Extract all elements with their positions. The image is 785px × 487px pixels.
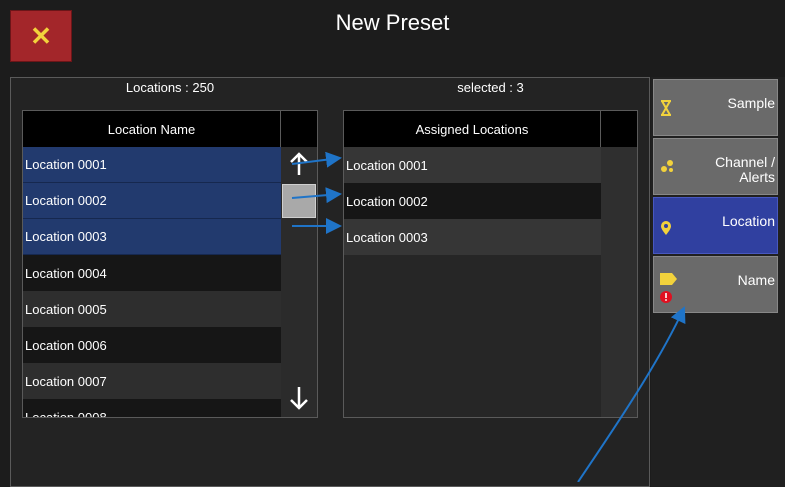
list-item[interactable]: Location 0002 <box>344 183 601 219</box>
nav-name-label: Name <box>737 272 775 288</box>
side-nav: Sample Channel / Alerts Location Name <box>651 77 785 487</box>
selected-count: selected : 3 <box>457 80 524 95</box>
assigned-list: Assigned Locations Location 0001 Locatio… <box>343 110 638 418</box>
nav-channel-alerts-label-line1: Channel / <box>715 154 775 170</box>
list-item[interactable]: Location 0004 <box>23 255 281 291</box>
list-item[interactable]: Location 0006 <box>23 327 281 363</box>
dots-icon <box>661 160 673 172</box>
list-item[interactable]: Location 0008 <box>23 399 281 417</box>
nav-sample-label: Sample <box>727 95 775 111</box>
scroll-down-button[interactable] <box>281 385 317 417</box>
location-list: Location Name Location 0001 Location 000… <box>22 110 318 418</box>
hourglass-icon <box>661 100 671 116</box>
locations-count: Locations : 250 <box>125 80 215 95</box>
scroll-header <box>281 111 317 147</box>
arrow-down-icon <box>290 387 308 410</box>
list-item[interactable]: Location 0002 <box>23 183 281 219</box>
assigned-locations-header: Assigned Locations <box>344 111 601 147</box>
nav-channel-alerts[interactable]: Channel / Alerts <box>653 138 778 195</box>
warning-icon <box>660 291 672 303</box>
page-title: New Preset <box>335 10 450 35</box>
tag-icon <box>660 273 677 285</box>
assigned-scrollbar[interactable] <box>601 147 637 417</box>
assigned-scroll-header <box>601 111 637 147</box>
list-item[interactable]: Location 0001 <box>344 147 601 183</box>
location-name-header: Location Name <box>23 111 281 147</box>
arrow-up-icon <box>290 152 308 175</box>
list-item[interactable]: Location 0001 <box>23 147 281 183</box>
list-item[interactable]: Location 0003 <box>344 219 601 255</box>
list-item[interactable]: Location 0003 <box>23 219 281 255</box>
nav-channel-alerts-label-line2: Alerts <box>739 169 775 185</box>
scroll-up-button[interactable] <box>281 151 317 183</box>
map-pin-icon <box>661 221 671 235</box>
scrollbar[interactable] <box>281 147 317 417</box>
list-item[interactable]: Location 0005 <box>23 291 281 327</box>
scroll-thumb[interactable] <box>282 184 316 218</box>
nav-channel-alerts-label: Channel / Alerts <box>715 155 775 185</box>
nav-location[interactable]: Location <box>653 197 778 254</box>
nav-sample[interactable]: Sample <box>653 79 778 136</box>
list-item[interactable]: Location 0007 <box>23 363 281 399</box>
nav-name[interactable]: Name <box>653 256 778 313</box>
nav-location-label: Location <box>722 213 775 229</box>
